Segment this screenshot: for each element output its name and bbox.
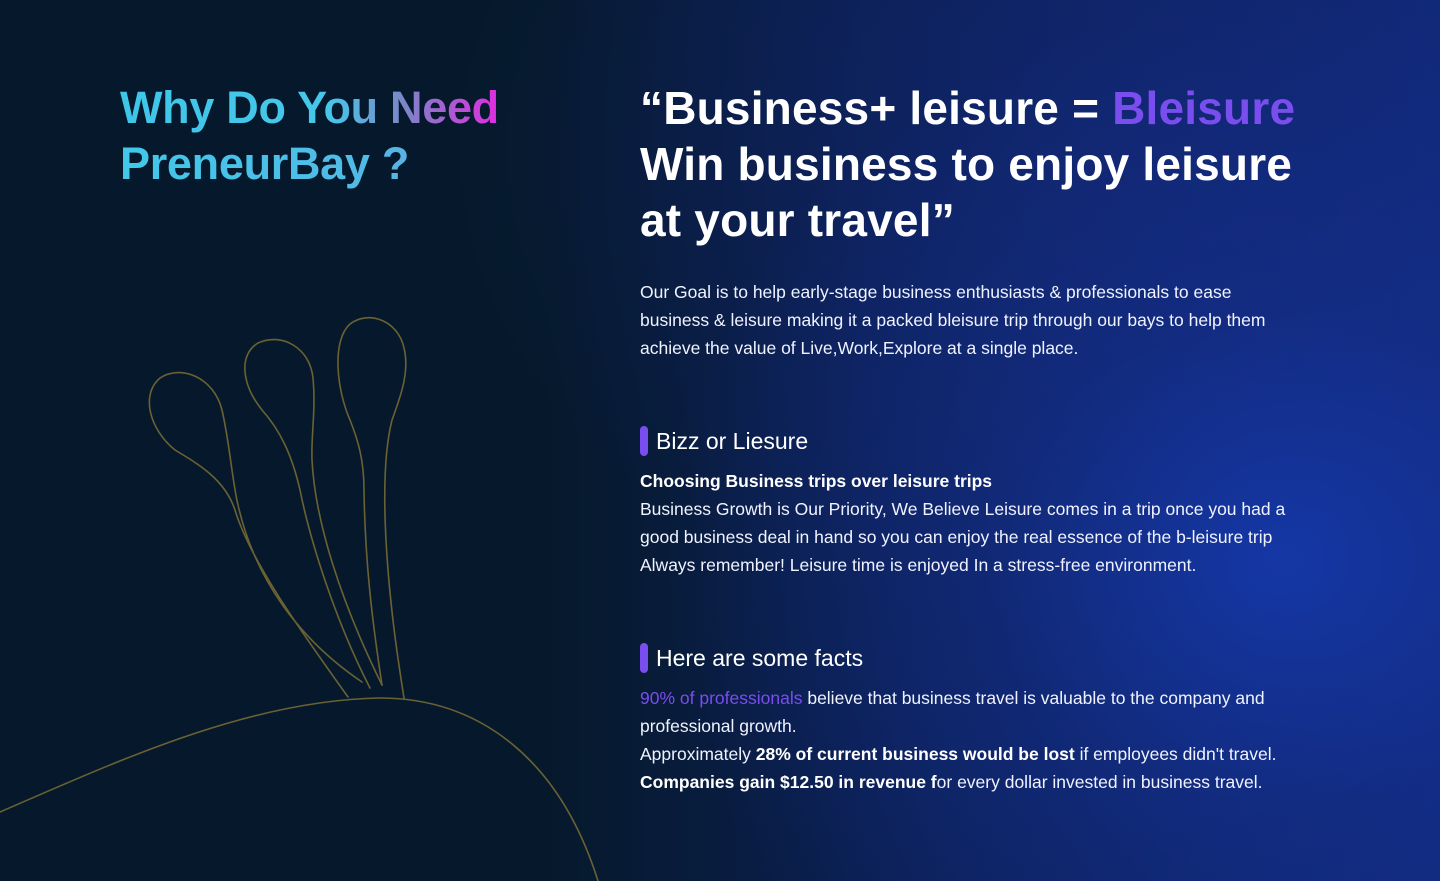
section-facts-title: Here are some facts (640, 643, 863, 673)
quote-highlight: Bleisure (1112, 82, 1296, 134)
section-bizz-body: Choosing Business trips over leisure tri… (640, 467, 1320, 579)
section-facts-body: 90% of professionals believe that busine… (640, 684, 1320, 796)
accent-bar (640, 643, 648, 673)
section-bizz-line3: Always remember! Leisure time is enjoyed… (640, 555, 1197, 575)
fact-1-highlight: 90% of professionals (640, 688, 803, 708)
goal-paragraph: Our Goal is to help early-stage business… (640, 278, 1320, 362)
fact-3-rest: or every dollar invested in business tra… (936, 772, 1263, 792)
petal-left (148, 371, 363, 698)
fact-1-rest: believe that business travel is valuable… (802, 688, 1265, 708)
goal-line1: Our Goal is to help early-stage business… (640, 282, 1232, 302)
hill-curve (0, 697, 599, 881)
section-bizz-title-text: Bizz or Liesure (656, 427, 809, 454)
section-bizz-title: Bizz or Liesure (640, 426, 808, 456)
fact-2-bold: 28% of current business would be lost (755, 744, 1075, 764)
goal-line3: achieve the value of Live,Work,Explore a… (640, 338, 1079, 358)
quote-line3: at your travel” (640, 194, 955, 246)
fact-3-bold: Companies gain $12.50 in revenue f (640, 772, 937, 792)
fact-1-line2: professional growth. (640, 716, 797, 736)
section-bizz-line2: good business deal in hand so you can en… (640, 527, 1273, 547)
why-heading-line2: PreneurBay ? (120, 136, 499, 192)
quote-line1: “Business+ leisure = Bleisure (640, 80, 1320, 136)
bleisure-quote: “Business+ leisure = Bleisure Win busine… (640, 80, 1320, 248)
fact-1: 90% of professionals believe that busine… (640, 684, 1320, 712)
quote-line1-prefix: “Business+ leisure = (640, 82, 1113, 134)
fact-2-prefix: Approximately (640, 744, 756, 764)
fact-3: Companies gain $12.50 in revenue for eve… (640, 768, 1320, 796)
accent-bar (640, 426, 648, 456)
section-bizz-subtitle: Choosing Business trips over leisure tri… (640, 471, 993, 491)
why-heading: Why Do You Need PreneurBay ? (120, 80, 499, 192)
why-heading-line1: Why Do You Need (120, 80, 499, 136)
fact-2: Approximately 28% of current business wo… (640, 740, 1320, 768)
section-bizz-line1: Business Growth is Our Priority, We Beli… (640, 499, 1286, 519)
fact-2-rest: if employees didn't travel. (1074, 744, 1277, 764)
goal-line2: business & leisure making it a packed bl… (640, 310, 1266, 330)
right-content: “Business+ leisure = Bleisure Win busine… (640, 80, 1320, 792)
petal-middle (244, 338, 383, 689)
section-facts-title-text: Here are some facts (656, 644, 864, 671)
quote-line2: Win business to enjoy leisure (640, 138, 1293, 190)
